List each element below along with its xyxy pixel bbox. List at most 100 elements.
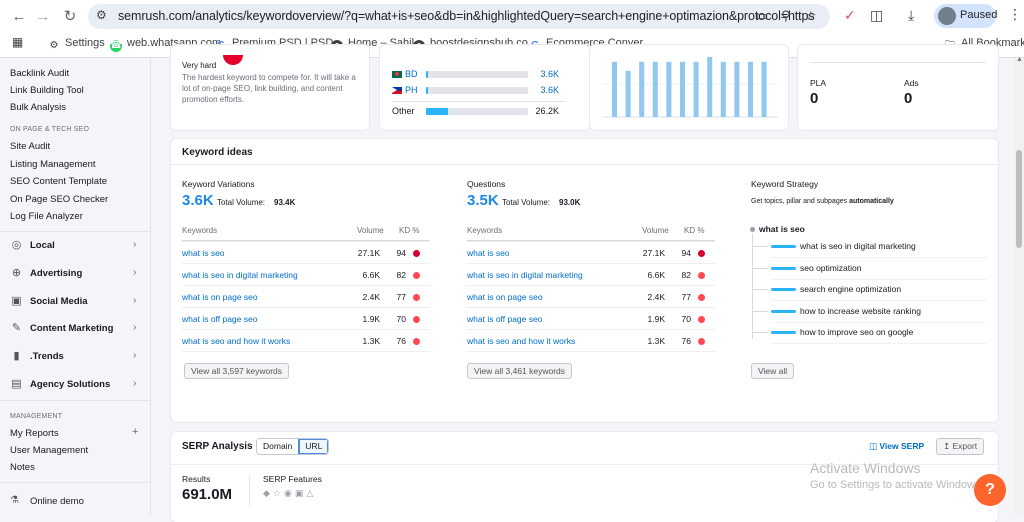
scroll-up-icon[interactable]: ▲: [1016, 56, 1023, 63]
site-info-icon[interactable]: ⚙: [96, 8, 107, 22]
sidebar-item-backlink-audit[interactable]: Backlink Audit: [10, 68, 69, 79]
kd-indicator-icon: [413, 250, 420, 257]
sidebar-item-my-reports[interactable]: My Reports: [10, 428, 59, 439]
questions-count[interactable]: 3.5K: [467, 192, 499, 209]
strategy-root-topic[interactable]: what is seo: [759, 224, 805, 234]
trend-bar[interactable]: [666, 61, 672, 117]
keyword-link[interactable]: what is seo and how it works: [467, 336, 575, 346]
keyword-link[interactable]: what is seo in digital marketing: [467, 270, 583, 280]
address-bar[interactable]: ⚙ semrush.com/analytics/keywordoverview/…: [88, 4, 830, 29]
sidebar-item-notes[interactable]: Notes: [10, 462, 35, 473]
country-row-bd[interactable]: BD 3.6K: [380, 68, 589, 84]
reviews-icon[interactable]: ▣: [295, 488, 307, 498]
profile-button[interactable]: Paused: [934, 4, 997, 28]
divider: [392, 101, 566, 102]
reload-icon[interactable]: ↻: [59, 6, 81, 28]
extension-pen-icon[interactable]: ✓: [844, 7, 856, 24]
activate-windows-subtitle: Go to Settings to activate Windows: [810, 479, 981, 491]
sidebar-item-site-audit[interactable]: Site Audit: [10, 141, 50, 152]
trend-bar[interactable]: [693, 61, 699, 117]
trend-bar[interactable]: [639, 61, 645, 117]
sidebar-item-trends[interactable]: ▮ .Trends ›: [0, 347, 150, 369]
view-serp-link[interactable]: ◫ View SERP: [869, 441, 924, 452]
knowledge-icon[interactable]: △: [306, 488, 316, 498]
keyword-kd: 77: [396, 292, 406, 302]
variations-title: Keyword Variations: [182, 179, 255, 189]
trend-bar[interactable]: [761, 61, 767, 117]
extensions-puzzle-icon[interactable]: ◫: [870, 7, 883, 24]
sidebar-item-seo-content-template[interactable]: SEO Content Template: [10, 176, 107, 187]
sidebar-item-on-page-seo-checker[interactable]: On Page SEO Checker: [10, 194, 108, 205]
keyword-link[interactable]: what is seo: [182, 248, 225, 258]
keyword-link[interactable]: what is seo and how it works: [182, 336, 290, 346]
toggle-domain[interactable]: Domain: [257, 439, 299, 454]
bookmark-star-icon[interactable]: ☆: [805, 8, 817, 24]
strategy-subtopic[interactable]: how to improve seo on google: [751, 323, 987, 344]
sidebar-item-listing-management[interactable]: Listing Management: [10, 159, 96, 170]
keyword-link[interactable]: what is off page seo: [182, 314, 257, 324]
help-button[interactable]: ?: [974, 474, 1006, 506]
strategy-subtopic[interactable]: what is seo in digital marketing: [751, 237, 987, 258]
view-all-questions-button[interactable]: View all 3,461 keywords: [467, 363, 573, 379]
sidebar-item-local[interactable]: ◎ Local ›: [0, 236, 150, 258]
trend-bar[interactable]: [652, 61, 658, 117]
view-all-strategy-button[interactable]: View all: [751, 363, 795, 379]
export-button[interactable]: ↥ Export: [936, 438, 985, 455]
keyword-strategy-section: Keyword Strategy Get topics, pillar and …: [750, 177, 991, 417]
sidebar-item-advertising[interactable]: ⊕ Advertising ›: [0, 264, 150, 286]
toggle-url[interactable]: URL: [298, 439, 329, 454]
col-kd[interactable]: KD %: [684, 226, 704, 235]
keyword-link[interactable]: what is off page seo: [467, 314, 542, 324]
download-icon[interactable]: ⤓: [908, 7, 914, 24]
col-kd[interactable]: KD %: [399, 226, 419, 235]
scroll-thumb[interactable]: [1016, 150, 1022, 248]
trend-bar[interactable]: [720, 61, 726, 117]
sidebar-item-online-demo[interactable]: Online demo: [30, 496, 84, 507]
sidebar-item-content-marketing[interactable]: ✎ Content Marketing ›: [0, 319, 150, 341]
add-report-icon[interactable]: +: [132, 426, 138, 438]
trend-bar[interactable]: [748, 61, 753, 117]
trend-bar[interactable]: [734, 61, 740, 117]
featured-snippet-icon[interactable]: ◆: [263, 488, 273, 498]
trend-bar[interactable]: [612, 61, 617, 117]
subtopic-bar: [771, 266, 796, 270]
forward-arrow-icon[interactable]: →: [32, 6, 54, 28]
sidebar-item-bulk-analysis[interactable]: Bulk Analysis: [10, 102, 66, 113]
navigation-bar: ← → ↻ ⚙ semrush.com/analytics/keywordove…: [0, 0, 1024, 33]
col-volume[interactable]: Volume: [357, 226, 384, 235]
keyword-volume: 1.9K: [362, 314, 381, 324]
zoom-icon[interactable]: ⚲: [781, 8, 791, 24]
bookmark-settings[interactable]: ⚙ Settings: [48, 37, 105, 52]
keyword-link[interactable]: what is seo: [467, 248, 510, 258]
apps-grid-icon[interactable]: ▦: [12, 35, 23, 49]
view-all-variations-button[interactable]: View all 3,597 keywords: [184, 363, 290, 379]
sidebar-item-social-media[interactable]: ▣ Social Media ›: [0, 292, 150, 314]
strategy-subtopic[interactable]: how to increase website ranking: [751, 302, 987, 323]
serp-search-icon: ◫: [869, 441, 880, 451]
keyword-link[interactable]: what is on page seo: [182, 292, 258, 302]
star-icon[interactable]: ☆: [273, 488, 284, 498]
strategy-subtopic[interactable]: seo optimization: [751, 259, 987, 280]
keyword-link[interactable]: what is on page seo: [467, 292, 543, 302]
more-menu-icon[interactable]: ⋮: [1008, 6, 1022, 23]
keyword-volume: 1.3K: [647, 336, 666, 346]
sidebar-item-agency-solutions[interactable]: ▤ Agency Solutions ›: [0, 375, 150, 397]
col-volume[interactable]: Volume: [642, 226, 669, 235]
video-icon[interactable]: ◉: [284, 488, 295, 498]
strategy-subtopic[interactable]: search engine optimization: [751, 280, 987, 301]
sidebar-item-log-file-analyzer[interactable]: Log File Analyzer: [10, 211, 83, 222]
back-arrow-icon[interactable]: ←: [8, 6, 30, 28]
sidebar-item-user-management[interactable]: User Management: [10, 445, 88, 456]
page-scrollbar[interactable]: ▲: [1014, 56, 1024, 515]
sidebar-item-link-building-tool[interactable]: Link Building Tool: [10, 85, 84, 96]
keyword-link[interactable]: what is seo in digital marketing: [182, 270, 298, 280]
kd-indicator-icon: [413, 338, 420, 345]
variations-count[interactable]: 3.6K: [182, 192, 214, 209]
install-app-icon[interactable]: ▭: [756, 8, 768, 24]
url-text[interactable]: semrush.com/analytics/keywordoverview/?q…: [118, 9, 815, 23]
trend-bar[interactable]: [625, 70, 631, 117]
country-row-ph[interactable]: PH 3.6K: [380, 84, 589, 100]
trend-bar[interactable]: [707, 57, 713, 117]
trend-bar[interactable]: [680, 61, 685, 117]
keyword-volume: 6.6K: [362, 270, 381, 280]
